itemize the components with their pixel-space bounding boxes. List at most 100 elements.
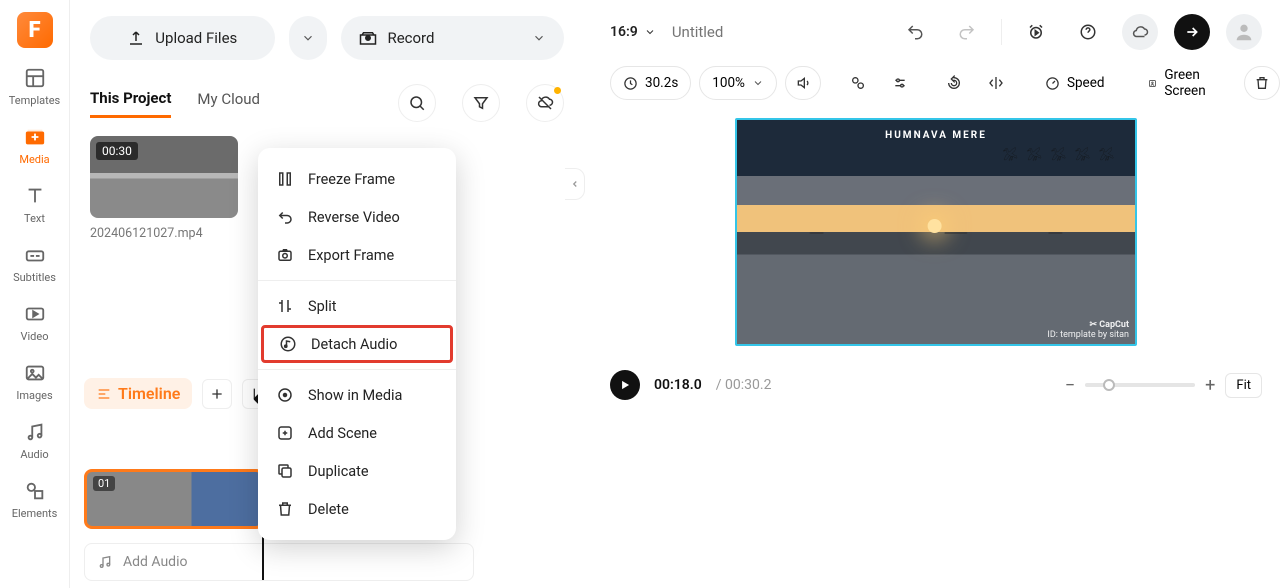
- menu-duplicate[interactable]: Duplicate: [258, 452, 456, 490]
- zoom-in-button[interactable]: +: [1205, 375, 1215, 396]
- menu-detach-audio[interactable]: Detach Audio: [261, 325, 453, 363]
- tab-my-cloud[interactable]: My Cloud: [197, 90, 260, 116]
- sidebar-templates[interactable]: Templates: [9, 66, 60, 107]
- upload-label: Upload Files: [155, 29, 237, 47]
- zoom-slider[interactable]: [1085, 383, 1195, 387]
- flip-icon: [988, 75, 1004, 91]
- record-label: Record: [387, 29, 434, 47]
- fit-button[interactable]: Fit: [1225, 373, 1262, 398]
- undo-button[interactable]: [897, 14, 933, 50]
- person-icon: [1148, 76, 1157, 91]
- upload-files-button[interactable]: Upload Files: [90, 16, 275, 60]
- crop-icon: [850, 75, 866, 91]
- menu-reverse-video[interactable]: Reverse Video: [258, 198, 456, 236]
- adjust-button[interactable]: [883, 66, 917, 100]
- user-avatar[interactable]: [1226, 14, 1262, 50]
- speed-icon: [1045, 76, 1060, 91]
- chevron-left-icon: [570, 179, 580, 189]
- preview-panel: 16:9 30.2s 100% Speed Green Screen 𓅮 𓅮 𓅮…: [590, 0, 1280, 588]
- rotate-button[interactable]: [937, 66, 971, 100]
- left-sidebar: F Templates Media Text Subtitles Video I…: [0, 0, 70, 588]
- flip-button[interactable]: [979, 66, 1013, 100]
- duration-badge[interactable]: 30.2s: [610, 66, 691, 100]
- sidebar-text[interactable]: Text: [23, 184, 47, 225]
- timeline-mode-button[interactable]: Timeline: [84, 378, 192, 409]
- search-button[interactable]: [398, 84, 436, 122]
- add-scene-icon: [276, 424, 294, 442]
- text-icon: [23, 184, 47, 208]
- speed-button[interactable]: Speed: [1033, 66, 1117, 100]
- sidebar-images[interactable]: Images: [16, 361, 52, 402]
- images-icon: [23, 361, 47, 385]
- menu-split[interactable]: Split: [258, 287, 456, 325]
- cloud-off-icon: [536, 94, 554, 112]
- watermark: ✂ CapCut ID: template by sitan: [1047, 320, 1129, 340]
- cloud-save-button[interactable]: [1122, 14, 1158, 50]
- sidebar-label: Images: [16, 389, 52, 402]
- collapse-panel-button[interactable]: [565, 168, 585, 200]
- play-button[interactable]: [610, 370, 640, 400]
- sidebar-elements[interactable]: Elements: [12, 479, 58, 520]
- rotate-icon: [946, 75, 962, 91]
- zoom-out-button[interactable]: −: [1065, 375, 1075, 396]
- menu-delete[interactable]: Delete: [258, 490, 456, 528]
- media-icon: [23, 125, 47, 149]
- detach-audio-icon: [279, 335, 297, 353]
- media-clip-thumbnail[interactable]: 00:30: [90, 136, 238, 218]
- cloud-icon: [1131, 23, 1149, 41]
- cloud-sync-button[interactable]: [526, 84, 564, 122]
- plus-icon: [209, 386, 225, 402]
- clip-context-menu: Freeze Frame Reverse Video Export Frame …: [258, 148, 456, 540]
- preview-icon: [1027, 23, 1045, 41]
- timeline-scene-clip[interactable]: 01: [84, 469, 264, 529]
- trash-icon: [1254, 75, 1270, 91]
- birds-decoration: 𓅮 𓅮 𓅮 𓅮 𓅮: [1003, 144, 1117, 164]
- sidebar-video[interactable]: Video: [21, 302, 49, 343]
- volume-button[interactable]: [785, 66, 821, 100]
- redo-icon: [958, 23, 976, 41]
- timeline-add-button[interactable]: [202, 379, 232, 409]
- sidebar-media[interactable]: Media: [19, 125, 49, 166]
- menu-freeze-frame[interactable]: Freeze Frame: [258, 160, 456, 198]
- menu-show-in-media[interactable]: Show in Media: [258, 376, 456, 414]
- clip-duration-badge: 00:30: [96, 142, 138, 160]
- freeze-icon: [276, 170, 294, 188]
- sidebar-label: Media: [19, 153, 49, 166]
- add-audio-button[interactable]: Add Audio: [84, 543, 474, 581]
- delete-clip-button[interactable]: [1244, 66, 1280, 100]
- sidebar-label: Audio: [20, 448, 48, 461]
- sidebar-label: Templates: [9, 94, 60, 107]
- sidebar-label: Video: [21, 330, 49, 343]
- tab-this-project[interactable]: This Project: [90, 89, 171, 118]
- filter-button[interactable]: [462, 84, 500, 122]
- split-icon: [276, 297, 294, 315]
- music-note-icon: [97, 554, 113, 570]
- menu-export-frame[interactable]: Export Frame: [258, 236, 456, 274]
- sidebar-audio[interactable]: Audio: [20, 420, 48, 461]
- timeline-icon: [96, 386, 112, 402]
- total-time: / 00:30.2: [716, 377, 772, 393]
- crop-button[interactable]: [841, 66, 875, 100]
- help-button[interactable]: [1070, 14, 1106, 50]
- audio-icon: [23, 420, 47, 444]
- record-button[interactable]: Record: [341, 16, 564, 60]
- redo-button[interactable]: [949, 14, 985, 50]
- upload-dropdown[interactable]: [289, 16, 328, 60]
- aspect-ratio-selector[interactable]: 16:9: [610, 24, 656, 40]
- reverse-icon: [276, 208, 294, 226]
- sidebar-subtitles[interactable]: Subtitles: [13, 243, 56, 284]
- project-title-input[interactable]: [672, 23, 812, 41]
- delete-icon: [276, 500, 294, 518]
- chevron-down-icon: [301, 31, 315, 45]
- chevron-down-icon: [644, 26, 656, 38]
- undo-icon: [906, 23, 924, 41]
- preview-canvas[interactable]: 𓅮 𓅮 𓅮 𓅮 𓅮 HUMNAVA MERE ✂ CapCut ID: temp…: [735, 118, 1137, 346]
- preview-play-button[interactable]: [1018, 14, 1054, 50]
- green-screen-button[interactable]: Green Screen: [1136, 66, 1223, 100]
- duplicate-icon: [276, 462, 294, 480]
- subtitles-icon: [23, 243, 47, 267]
- sliders-icon: [892, 75, 908, 91]
- menu-add-scene[interactable]: Add Scene: [258, 414, 456, 452]
- zoom-selector[interactable]: 100%: [699, 66, 777, 100]
- export-button[interactable]: [1174, 14, 1210, 50]
